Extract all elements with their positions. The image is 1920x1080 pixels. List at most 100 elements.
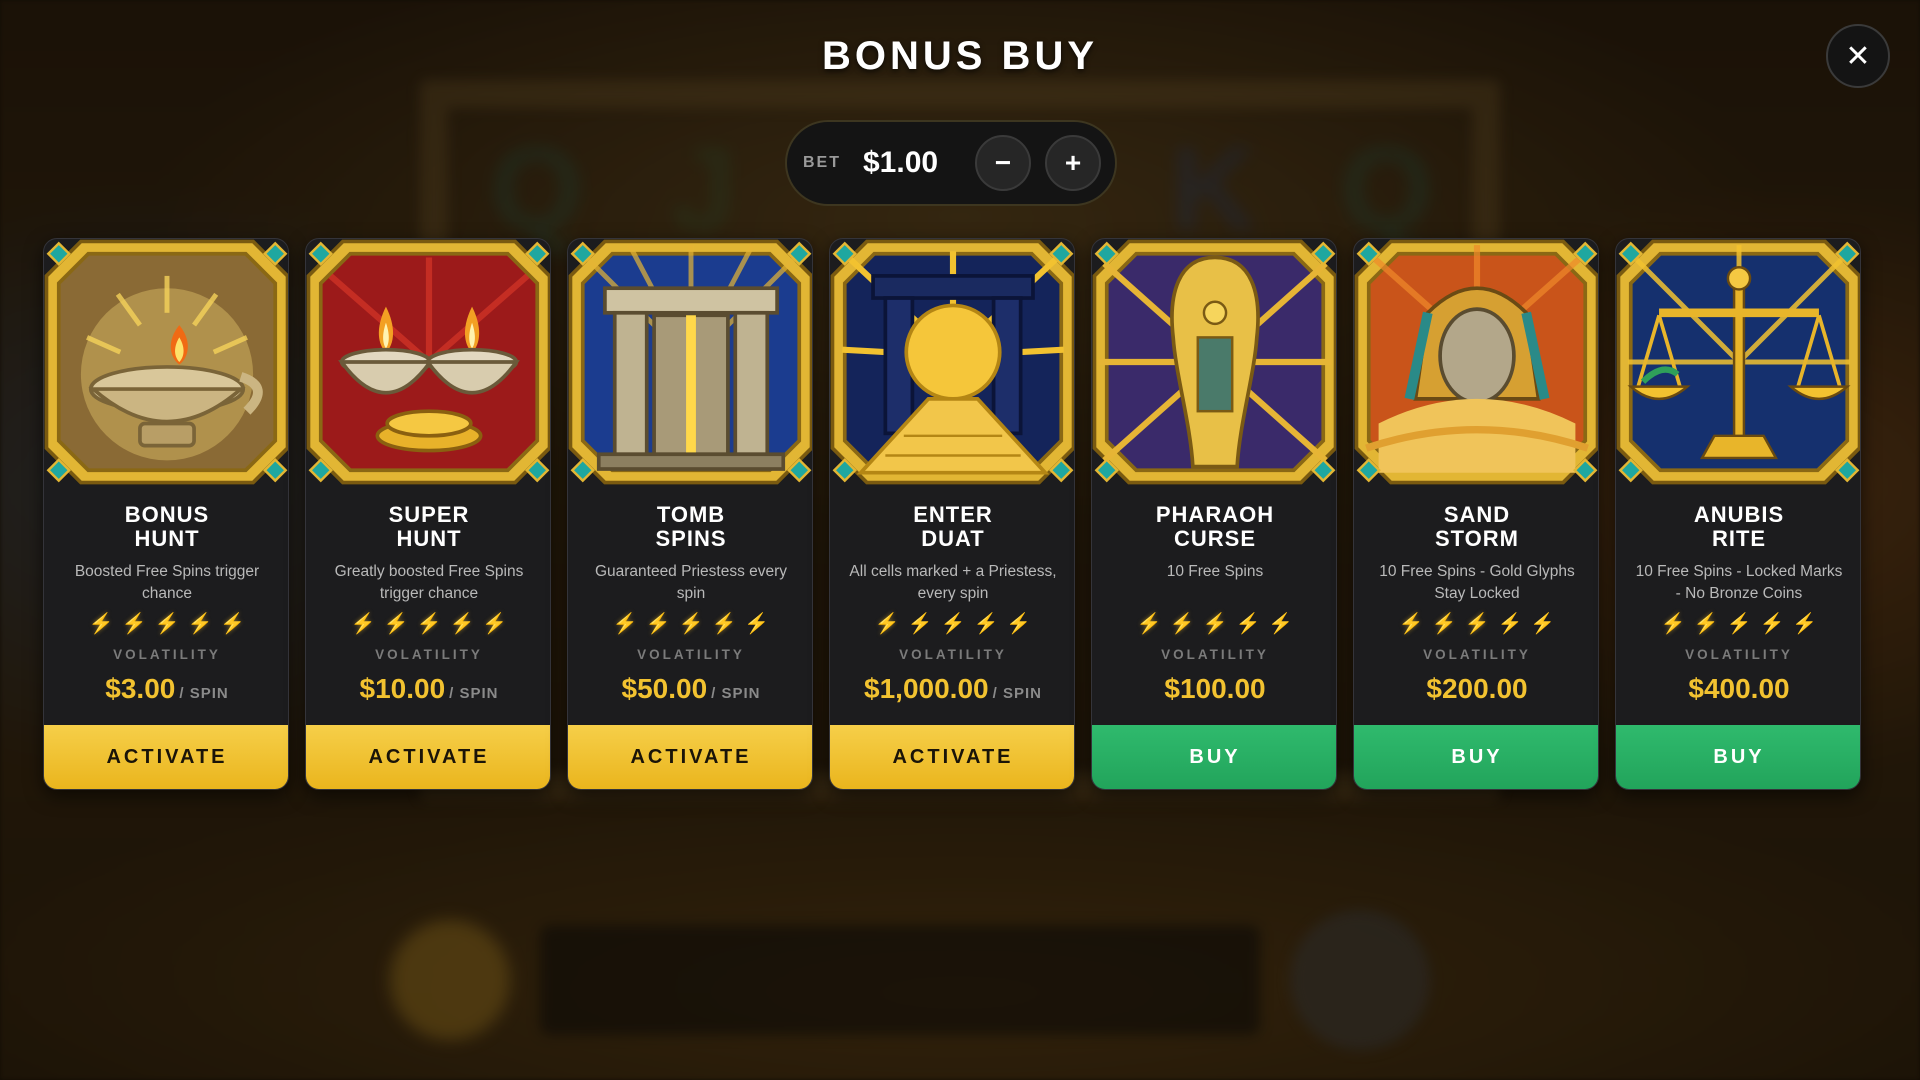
card-art-svg	[1354, 239, 1598, 485]
bonus-card: PHARAOH CURSE 10 Free Spins ⚡ ⚡ ⚡ ⚡ ⚡ VOLATILITY…	[1091, 238, 1337, 790]
bet-decrease-button[interactable]: −	[975, 135, 1031, 191]
price-row: $100.00	[1092, 673, 1336, 705]
card-description: Guaranteed Priestess every spin	[594, 563, 788, 602]
twin-lamps-icon	[306, 239, 550, 485]
modal-title: BONUS BUY	[821, 34, 1099, 78]
card-title-line1: ANUBIS	[1693, 502, 1785, 527]
card-art-svg	[306, 239, 550, 485]
card-title-line1: PHARAOH	[1155, 502, 1275, 527]
activate-button[interactable]: ACTIVATE	[830, 725, 1074, 789]
bonus-card: SAND STORM 10 Free Spins - Gold Glyphs Sta…	[1353, 238, 1599, 790]
lightning-bolt-icon: ⚡	[482, 613, 508, 635]
card-description: 10 Free Spins	[1166, 563, 1264, 580]
card-art-svg	[1616, 239, 1860, 485]
card-title-line2: RITE	[1711, 526, 1767, 551]
activate-button[interactable]: ACTIVATE	[44, 725, 288, 789]
lightning-bolt-icon: ⚡	[1726, 613, 1752, 635]
lightning-bolt-icon: ⚡	[383, 613, 409, 635]
card-price: $1,000.00	[864, 673, 989, 704]
plus-icon: +	[1064, 147, 1082, 178]
card-title-line2: STORM	[1434, 526, 1520, 551]
card-description: Greatly boosted Free Spins trigger chanc…	[334, 563, 524, 602]
bet-increase-button[interactable]: +	[1045, 135, 1101, 191]
bonus-card: TOMB SPINS Guaranteed Priestess every spin…	[567, 238, 813, 790]
minus-icon: −	[994, 147, 1012, 178]
volatility-rating: ⚡ ⚡ ⚡ ⚡ ⚡	[830, 613, 1074, 635]
card-title-line2: SPINS	[655, 526, 727, 551]
price-row: $3.00/ SPIN	[44, 673, 288, 705]
lightning-bolt-icon: ⚡	[1759, 613, 1785, 635]
lightning-bolt-icon: ⚡	[1235, 613, 1261, 635]
card-price: $200.00	[1426, 673, 1528, 704]
card-title: ENTER DUAT	[830, 502, 1074, 551]
activate-button[interactable]: ACTIVATE	[568, 725, 812, 789]
volatility-label: VOLATILITY	[1423, 647, 1531, 662]
lightning-bolt-icon: ⚡	[416, 613, 442, 635]
card-title: SAND STORM	[1354, 502, 1598, 551]
close-icon: ✕	[1845, 39, 1871, 73]
card-price: $3.00	[105, 673, 176, 704]
price-row: $1,000.00/ SPIN	[830, 673, 1074, 705]
lightning-bolt-icon: ⚡	[350, 613, 376, 635]
buy-button[interactable]: BUY	[1092, 725, 1336, 789]
lightning-bolt-icon: ⚡	[1398, 613, 1424, 635]
oil-lamp-icon	[44, 239, 288, 485]
lightning-bolt-icon: ⚡	[1431, 613, 1457, 635]
volatility-label: VOLATILITY	[1685, 647, 1793, 662]
card-description: Boosted Free Spins trigger chance	[74, 563, 260, 602]
card-art-svg	[568, 239, 812, 485]
card-price: $400.00	[1688, 673, 1790, 704]
volatility-rating: ⚡ ⚡ ⚡ ⚡ ⚡	[44, 613, 288, 635]
card-title-line1: SAND	[1443, 502, 1511, 527]
activate-button[interactable]: ACTIVATE	[306, 725, 550, 789]
bonus-card: SUPER HUNT Greatly boosted Free Spins trig…	[305, 238, 551, 790]
card-title: BONUS HUNT	[44, 503, 288, 551]
buy-button[interactable]: BUY	[1354, 725, 1598, 789]
card-title-line2: HUNT	[134, 526, 200, 551]
scales-icon	[1616, 239, 1860, 485]
price-unit: / SPIN	[449, 685, 499, 702]
card-title: PHARAOH CURSE	[1092, 502, 1336, 551]
card-title-line1: TOMB	[656, 502, 726, 527]
buy-button[interactable]: BUY	[1616, 725, 1860, 789]
tomb-gate-icon	[568, 239, 812, 485]
bet-label: BET	[803, 154, 841, 171]
volatility-label: VOLATILITY	[375, 647, 483, 662]
bet-value: $1.00	[863, 146, 939, 179]
card-description: 10 Free Spins - Gold Glyphs Stay Locked	[1379, 563, 1575, 602]
volatility-rating: ⚡ ⚡ ⚡ ⚡ ⚡	[306, 613, 550, 635]
card-title-line2: DUAT	[921, 526, 985, 551]
card-price: $100.00	[1164, 673, 1266, 704]
price-unit: / SPIN	[179, 685, 229, 702]
lightning-bolt-icon: ⚡	[612, 613, 638, 635]
volatility-label: VOLATILITY	[1161, 647, 1269, 662]
volatility-rating: ⚡ ⚡ ⚡ ⚡ ⚡	[1092, 613, 1336, 635]
lightning-bolt-icon: ⚡	[711, 613, 737, 635]
bet-selector: BET $1.00 − +	[785, 120, 1117, 206]
card-title-line1: ENTER	[913, 502, 993, 527]
bonus-card-list: BONUS HUNT Boosted Free Spins trigger chan…	[43, 238, 1883, 790]
lightning-bolt-icon: ⚡	[1202, 613, 1228, 635]
sarcophagus-icon	[1092, 239, 1336, 485]
card-title: TOMB SPINS	[568, 502, 812, 551]
lightning-bolt-icon: ⚡	[1268, 613, 1294, 635]
volatility-label: VOLATILITY	[637, 647, 745, 662]
lightning-bolt-icon: ⚡	[449, 613, 475, 635]
card-art-svg	[44, 239, 288, 485]
lightning-bolt-icon: ⚡	[973, 613, 999, 635]
lightning-bolt-icon: ⚡	[187, 613, 213, 635]
card-description: All cells marked + a Priestess, every sp…	[849, 563, 1057, 602]
price-row: $400.00	[1616, 673, 1860, 705]
price-row: $50.00/ SPIN	[568, 673, 812, 705]
lightning-bolt-icon: ⚡	[1497, 613, 1523, 635]
sphinx-icon	[1354, 239, 1598, 485]
card-title: SUPER HUNT	[306, 502, 550, 551]
close-button[interactable]: ✕	[1826, 24, 1890, 88]
bonus-card: ANUBIS RITE 10 Free Spins - Locked Marks -…	[1615, 238, 1861, 790]
lightning-bolt-icon: ⚡	[678, 613, 704, 635]
card-title-line1: SUPER	[388, 502, 470, 527]
card-description: 10 Free Spins - Locked Marks - No Bronze…	[1635, 563, 1843, 602]
sun-portal-icon	[830, 239, 1074, 485]
lightning-bolt-icon: ⚡	[88, 613, 114, 635]
lightning-bolt-icon: ⚡	[1136, 613, 1162, 635]
